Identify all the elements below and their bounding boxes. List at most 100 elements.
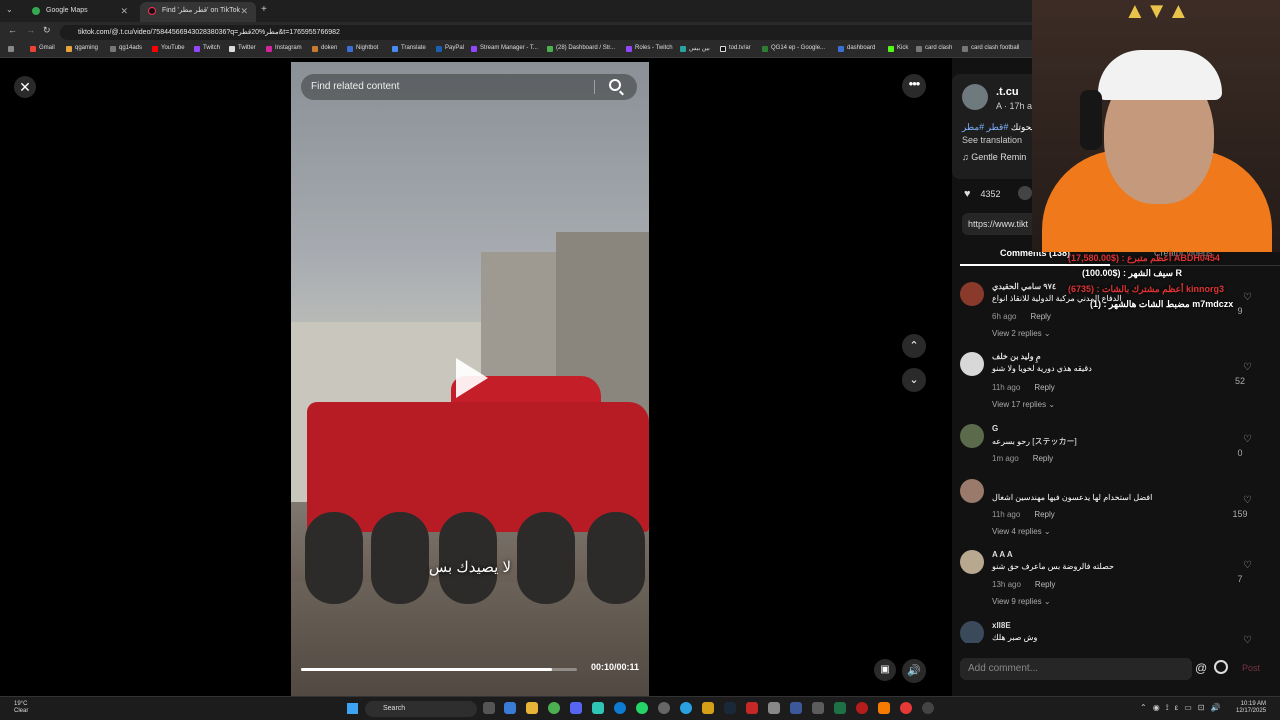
- reply-button[interactable]: Reply: [1034, 383, 1054, 392]
- related-search-input[interactable]: Find related content: [301, 74, 637, 100]
- taskbar-search[interactable]: Search: [365, 701, 477, 717]
- avatar[interactable]: [960, 621, 984, 643]
- avatar[interactable]: [960, 479, 984, 503]
- bookmark-gmail[interactable]: Gmail: [30, 45, 55, 52]
- steam-icon[interactable]: [724, 702, 736, 714]
- bookmark-qg14ads[interactable]: qg14ads: [110, 45, 142, 52]
- view-replies-button[interactable]: View 9 replies ⌄: [992, 597, 1051, 606]
- start-icon[interactable]: [347, 703, 358, 714]
- bookmark-dashboard-str[interactable]: (28) Dashboard / Str...: [547, 45, 615, 52]
- app-icon[interactable]: [790, 702, 802, 714]
- bookmark-arabic[interactable]: بین بیس: [680, 45, 710, 52]
- music-link[interactable]: ♫ Gentle Remin: [962, 152, 1026, 162]
- app-icon[interactable]: [592, 702, 604, 714]
- more-options-button[interactable]: •••: [902, 74, 926, 98]
- excel-icon[interactable]: [834, 702, 846, 714]
- volume-button[interactable]: 🔊: [902, 659, 926, 683]
- avatar[interactable]: [960, 550, 984, 574]
- see-translation-link[interactable]: See translation: [962, 135, 1022, 145]
- bookmark-youtube[interactable]: YouTube: [152, 45, 185, 52]
- search-icon[interactable]: [609, 79, 621, 91]
- app-icon[interactable]: [702, 702, 714, 714]
- avatar[interactable]: [960, 352, 984, 376]
- caption-hashtags[interactable]: #قطر #مطر: [962, 122, 1008, 132]
- heart-icon[interactable]: ♡: [1243, 434, 1252, 445]
- bookmark-paypal[interactable]: PayPal: [436, 45, 464, 52]
- app-icon[interactable]: [746, 702, 758, 714]
- tab-search-icon[interactable]: ⌄: [6, 5, 13, 14]
- heart-icon[interactable]: ♡: [1243, 635, 1252, 643]
- bookmark-kick[interactable]: Kick: [888, 45, 908, 52]
- task-view-icon[interactable]: [483, 702, 495, 714]
- comment-user[interactable]: G: [992, 424, 998, 433]
- next-video-button[interactable]: ⌄: [902, 368, 926, 392]
- forward-icon[interactable]: →: [26, 25, 35, 35]
- video-player[interactable]: Find related content لا يصيدك بس 00:10/0…: [291, 62, 649, 696]
- bookmark-tod[interactable]: tod.tv/ar: [720, 45, 751, 52]
- view-replies-button[interactable]: View 17 replies ⌄: [992, 400, 1055, 409]
- tab-google-maps[interactable]: Google Maps ✕: [24, 2, 136, 22]
- close-tab-icon[interactable]: ✕: [120, 2, 128, 20]
- bookmark-translate[interactable]: Translate: [392, 45, 426, 52]
- author-name[interactable]: .t.cu: [996, 86, 1019, 98]
- reply-button[interactable]: Reply: [1035, 580, 1055, 589]
- bookmark-roles-twitch[interactable]: Roles - Twitch: [626, 45, 673, 52]
- bookmark-nightbot[interactable]: Nightbot: [347, 45, 378, 52]
- chrome-icon[interactable]: [548, 702, 560, 714]
- comment-icon[interactable]: [1018, 186, 1032, 200]
- post-button[interactable]: Post: [1242, 663, 1260, 673]
- discord-icon[interactable]: [570, 702, 582, 714]
- bookmark-twitter[interactable]: Twitter: [229, 45, 256, 52]
- like-button[interactable]: ♥ 4352: [964, 188, 1001, 200]
- add-comment-input[interactable]: Add comment...: [960, 658, 1192, 680]
- reply-button[interactable]: Reply: [1033, 454, 1053, 463]
- edge-icon[interactable]: [614, 702, 626, 714]
- app-icon[interactable]: [856, 702, 868, 714]
- comment-user[interactable]: xll8E: [992, 621, 1011, 630]
- bookmark-doken[interactable]: doken: [312, 45, 337, 52]
- mention-icon[interactable]: @: [1195, 661, 1207, 675]
- avatar[interactable]: [962, 84, 988, 110]
- back-icon[interactable]: ←: [8, 25, 17, 35]
- bookmark-instagram[interactable]: Instagram: [266, 45, 302, 52]
- file-explorer-icon[interactable]: [526, 702, 538, 714]
- app-icon[interactable]: [768, 702, 780, 714]
- video-progress-bar[interactable]: [301, 668, 577, 671]
- bookmark-card-clash[interactable]: card clash: [916, 45, 952, 52]
- app-icon[interactable]: [922, 702, 934, 714]
- view-replies-button[interactable]: View 2 replies ⌄: [992, 329, 1051, 338]
- app-icon[interactable]: [878, 702, 890, 714]
- picture-in-picture-button[interactable]: ▣: [874, 659, 896, 681]
- view-replies-button[interactable]: View 4 replies ⌄: [992, 527, 1051, 536]
- heart-icon[interactable]: ♡: [1243, 292, 1252, 303]
- avatar[interactable]: [960, 424, 984, 448]
- heart-icon[interactable]: ♡: [1243, 560, 1252, 571]
- comment-user[interactable]: ٩٧٤ سامي الحقيدي: [992, 282, 1056, 291]
- system-tray[interactable]: ⌃◉⟟ε▭⊡🔊: [1140, 703, 1226, 713]
- emoji-icon[interactable]: [1214, 660, 1228, 674]
- app-icon[interactable]: [812, 702, 824, 714]
- bookmark-stream-manager[interactable]: Stream Manager - T...: [471, 45, 538, 52]
- whatsapp-icon[interactable]: [636, 702, 648, 714]
- bookmark-qgaming[interactable]: qgaming: [66, 45, 98, 52]
- bookmark-card-clash-football[interactable]: card clash football: [962, 45, 1019, 52]
- reply-button[interactable]: Reply: [1034, 510, 1054, 519]
- bookmark-twitch[interactable]: Twitch: [194, 45, 220, 52]
- weather-widget[interactable]: 19°C Clear: [14, 701, 28, 715]
- bookmark-dashboard[interactable]: dashboard: [838, 45, 875, 52]
- play-icon[interactable]: [456, 358, 488, 398]
- bookmark-qg14-ep[interactable]: QG14 ep - Google...: [762, 45, 825, 52]
- reply-button[interactable]: Reply: [1030, 312, 1050, 321]
- tab-tiktok[interactable]: Find 'قطر مطر' on TikTok | TikTok ✕: [140, 2, 256, 22]
- heart-icon[interactable]: ♡: [1243, 362, 1252, 373]
- clock[interactable]: 10:19 AM 12/17/2025: [1236, 701, 1266, 715]
- comment-user[interactable]: A A A: [992, 550, 1013, 559]
- new-tab-icon[interactable]: +: [261, 4, 267, 15]
- close-video-button[interactable]: ✕: [14, 76, 36, 98]
- close-tab-icon[interactable]: ✕: [240, 2, 248, 20]
- url-field[interactable]: tiktok.com/@.t.cu/video/7584456694302838…: [60, 25, 1060, 40]
- telegram-icon[interactable]: [680, 702, 692, 714]
- obs-icon[interactable]: [658, 702, 670, 714]
- copilot-icon[interactable]: [504, 702, 516, 714]
- avatar[interactable]: [960, 282, 984, 306]
